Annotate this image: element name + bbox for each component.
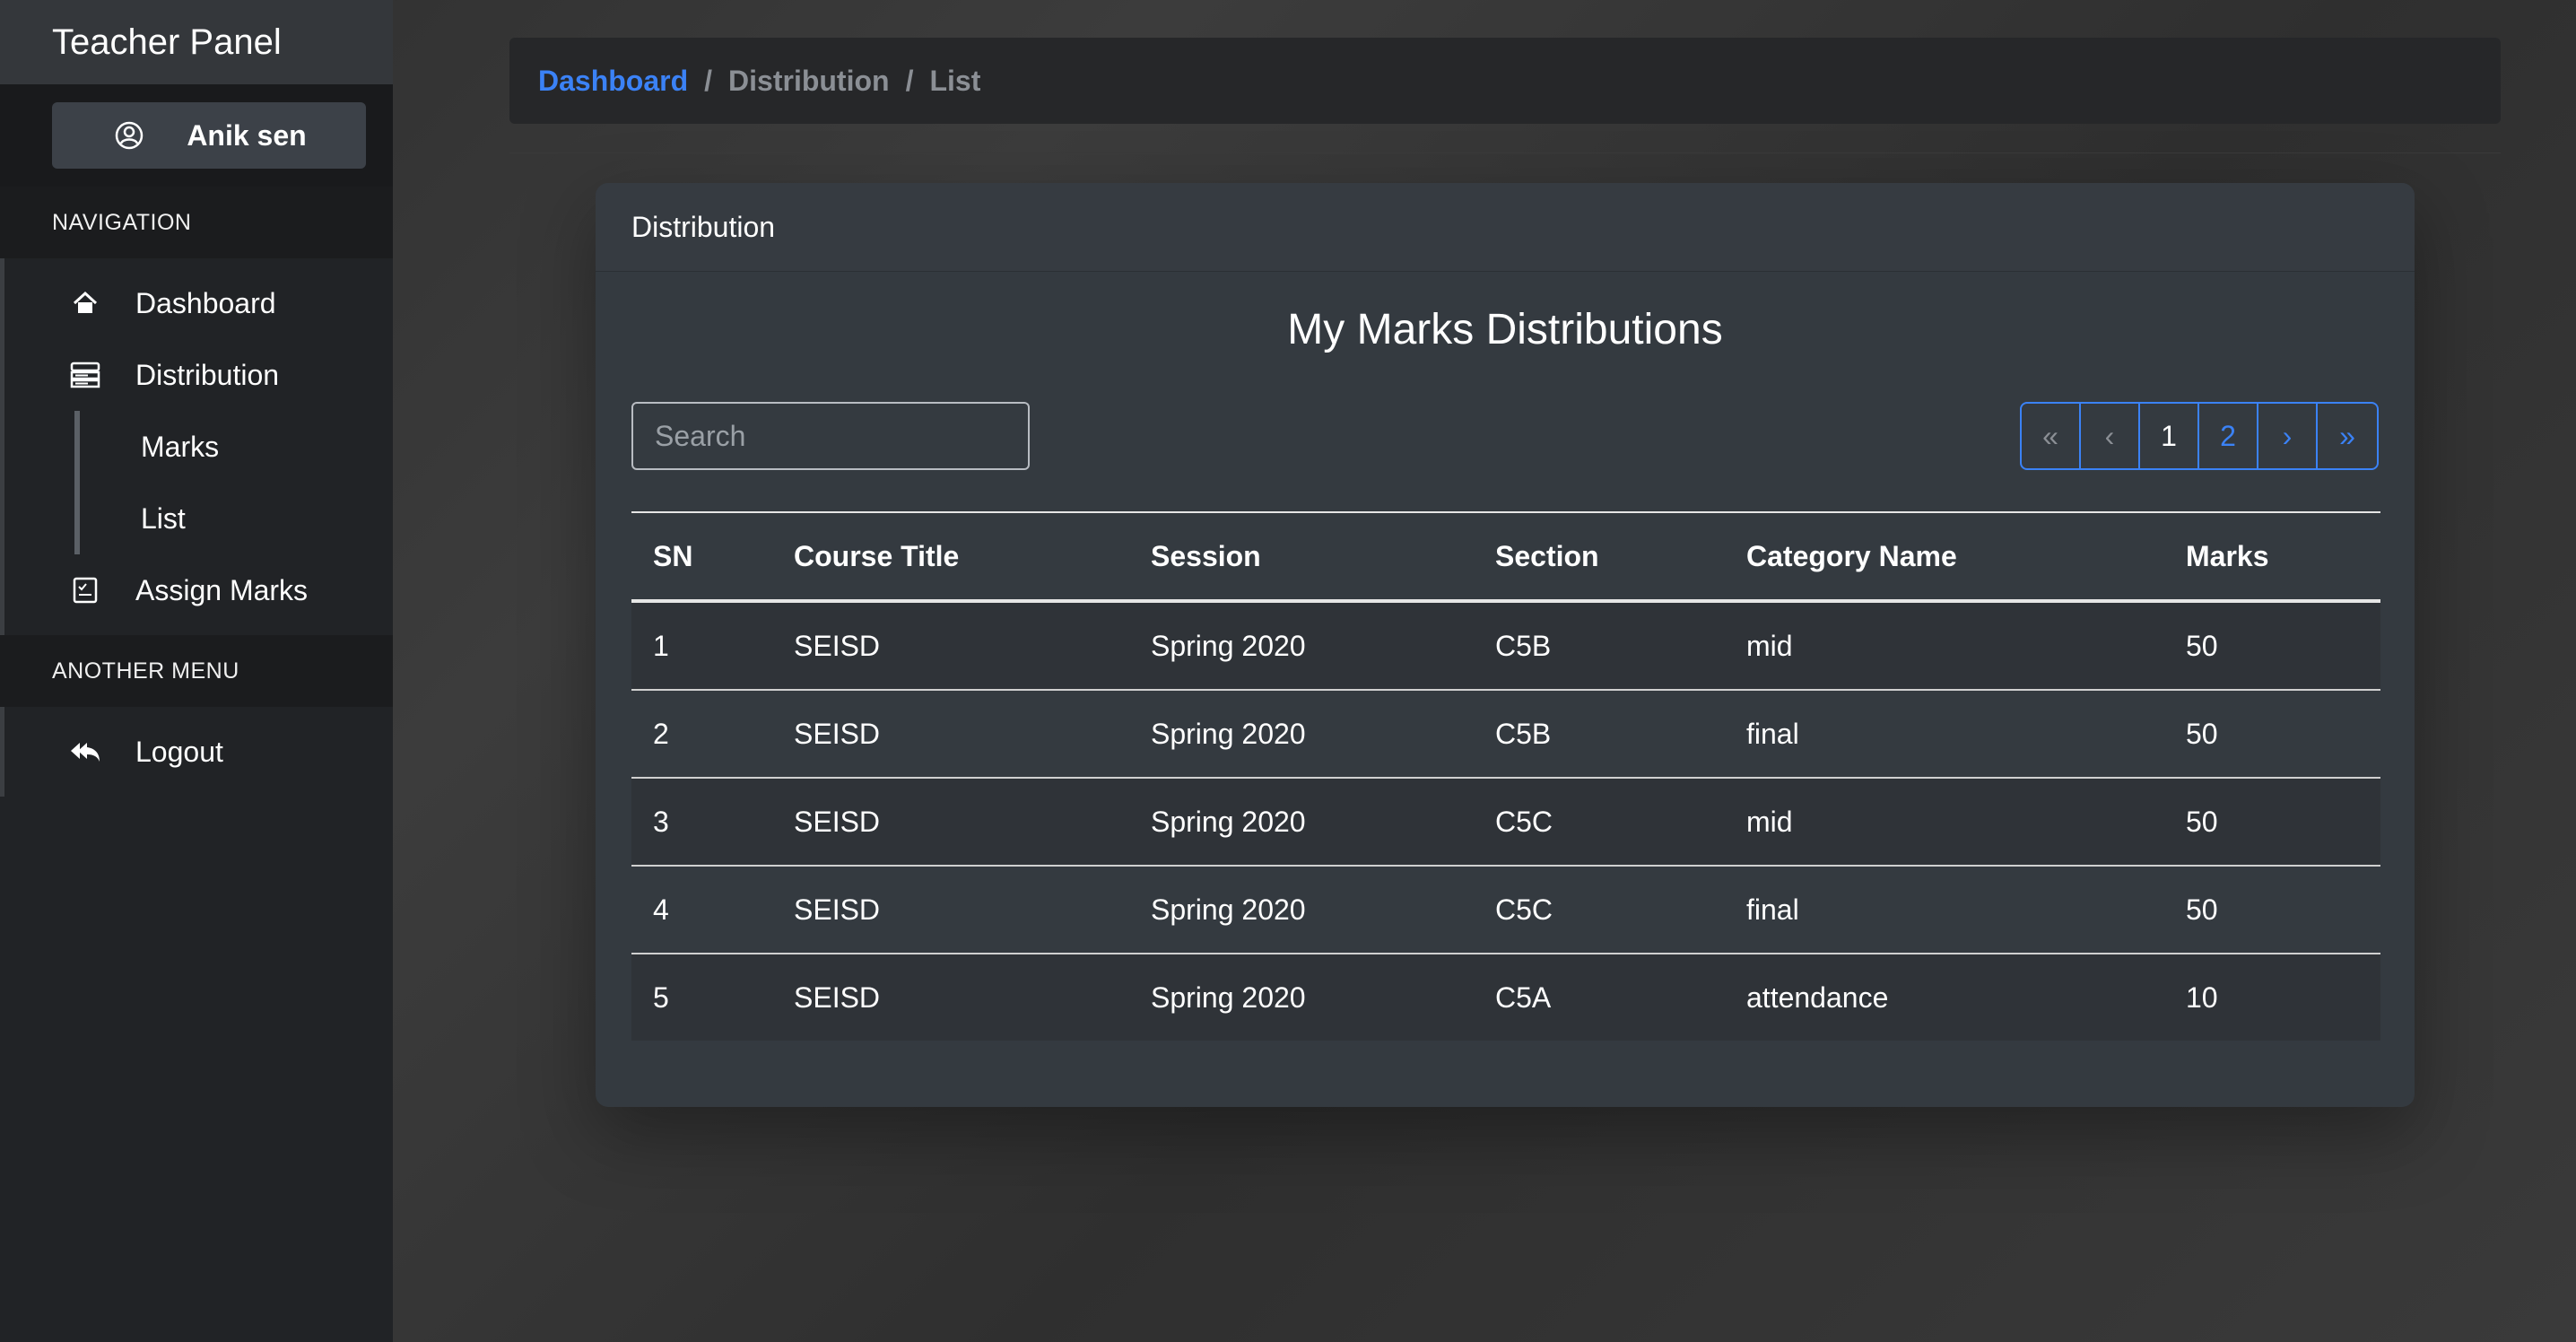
sidebar-subitem-marks[interactable]: Marks: [74, 411, 393, 483]
table-cell: 50: [2164, 601, 2380, 691]
user-profile-button[interactable]: Anik sen: [52, 102, 366, 169]
table-cell: final: [1725, 866, 2164, 954]
table-cell: C5C: [1474, 866, 1725, 954]
sidebar-item-assign-marks[interactable]: Assign Marks: [4, 554, 393, 626]
table-cell: mid: [1725, 601, 2164, 691]
sidebar: Teacher Panel Anik sen NAVIGATION Dashbo…: [0, 0, 393, 1342]
table-cell: 5: [631, 954, 772, 1041]
search-input[interactable]: [631, 402, 1030, 470]
breadcrumb-separator: /: [905, 64, 914, 97]
table-row: 4 SEISD Spring 2020 C5C final 50: [631, 866, 2380, 954]
breadcrumb-list: List: [929, 64, 981, 97]
table-cell: mid: [1725, 778, 2164, 867]
table-cell: 50: [2164, 866, 2380, 954]
table-cell: 4: [631, 866, 772, 954]
table-cell: SEISD: [772, 866, 1129, 954]
user-panel: Anik sen: [0, 84, 393, 187]
divider: [509, 152, 2501, 153]
table-cell: final: [1725, 690, 2164, 779]
home-icon: [67, 285, 103, 321]
table-cell: Spring 2020: [1129, 866, 1474, 954]
table-cell: 50: [2164, 778, 2380, 867]
pagination-page-2[interactable]: 2: [2199, 404, 2258, 468]
table-cell: 3: [631, 778, 772, 867]
pagination-next-button[interactable]: ›: [2258, 404, 2318, 468]
checklist-icon: [67, 572, 103, 608]
table-cell: SEISD: [772, 778, 1129, 867]
table-cell: attendance: [1725, 954, 2164, 1041]
sidebar-item-label: Logout: [135, 735, 223, 768]
table-cell: SEISD: [772, 690, 1129, 779]
sidebar-item-dashboard[interactable]: Dashboard: [4, 267, 393, 339]
table-cell: C5A: [1474, 954, 1725, 1041]
user-name: Anik sen: [187, 118, 307, 152]
distribution-card: Distribution My Marks Distributions « ‹ …: [596, 183, 2415, 1107]
table-cell: Spring 2020: [1129, 690, 1474, 779]
nav-section-header: NAVIGATION: [0, 187, 393, 258]
table-cell: Spring 2020: [1129, 954, 1474, 1041]
table-row: 2 SEISD Spring 2020 C5B final 50: [631, 690, 2380, 779]
sidebar-item-logout[interactable]: Logout: [4, 716, 393, 788]
sidebar-item-label: Dashboard: [135, 286, 276, 319]
table-cell: C5B: [1474, 690, 1725, 779]
table-cell: 50: [2164, 690, 2380, 779]
table-row: 1 SEISD Spring 2020 C5B mid 50: [631, 601, 2380, 691]
sidebar-item-label: Distribution: [135, 358, 280, 391]
sidebar-item-label: Assign Marks: [135, 573, 309, 606]
table-cell: SEISD: [772, 954, 1129, 1041]
sidebar-subitem-list[interactable]: List: [74, 483, 393, 554]
page-title: My Marks Distributions: [1287, 306, 1723, 353]
pagination-last-button[interactable]: »: [2318, 404, 2377, 468]
column-header: SN: [631, 511, 772, 603]
app-brand: Teacher Panel: [0, 0, 393, 84]
card-header: Distribution: [596, 183, 2415, 272]
pagination-prev-button[interactable]: ‹: [2081, 404, 2140, 468]
nav-group-main: Dashboard Distribution Marks List Assign…: [0, 258, 393, 635]
table-cell: SEISD: [772, 601, 1129, 691]
table-header-row: SN Course Title Session Section Category…: [631, 511, 2380, 603]
table-cell: 1: [631, 601, 772, 691]
server-icon: [67, 357, 103, 393]
table-cell: Spring 2020: [1129, 778, 1474, 867]
table-cell: Spring 2020: [1129, 601, 1474, 691]
user-circle-icon: [111, 118, 147, 153]
marks-table: SN Course Title Session Section Category…: [631, 511, 2380, 1041]
reply-all-icon: [67, 734, 103, 770]
breadcrumb: Dashboard / Distribution / List: [509, 38, 2501, 124]
column-header: Marks: [2164, 511, 2380, 603]
nav-section-header: ANOTHER MENU: [0, 635, 393, 707]
pagination: « ‹ 1 2 › »: [2020, 402, 2379, 470]
pagination-page-1[interactable]: 1: [2140, 404, 2199, 468]
nav-group-other: Logout: [0, 707, 393, 797]
breadcrumb-separator: /: [704, 64, 713, 97]
table-cell: C5B: [1474, 601, 1725, 691]
sidebar-item-distribution[interactable]: Distribution: [4, 339, 393, 411]
table-row: 5 SEISD Spring 2020 C5A attendance 10: [631, 954, 2380, 1041]
table-cell: C5C: [1474, 778, 1725, 867]
pagination-first-button[interactable]: «: [2022, 404, 2081, 468]
table-cell: 2: [631, 690, 772, 779]
column-header: Category Name: [1725, 511, 2164, 603]
column-header: Section: [1474, 511, 1725, 603]
breadcrumb-distribution: Distribution: [728, 64, 890, 97]
column-header: Course Title: [772, 511, 1129, 603]
table-row: 3 SEISD Spring 2020 C5C mid 50: [631, 778, 2380, 867]
table-cell: 10: [2164, 954, 2380, 1041]
column-header: Session: [1129, 511, 1474, 603]
breadcrumb-dashboard-link[interactable]: Dashboard: [538, 65, 688, 98]
